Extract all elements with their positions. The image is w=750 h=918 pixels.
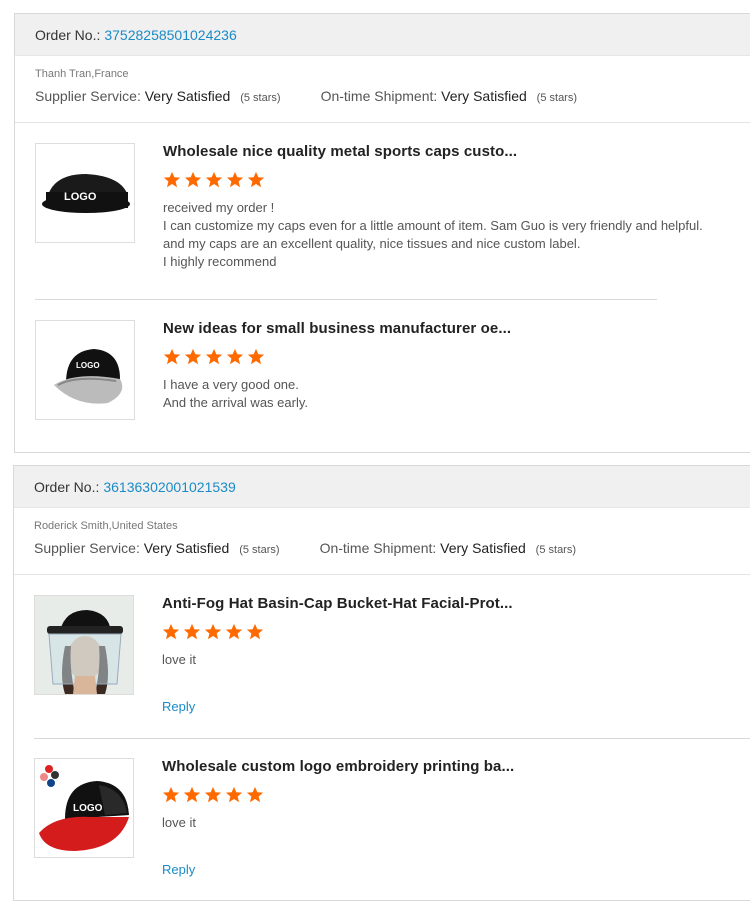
star-icon (183, 623, 201, 640)
item-divider (35, 299, 657, 300)
review-text: love it (162, 651, 196, 669)
order-meta: Roderick Smith,United States Supplier Se… (14, 508, 750, 575)
star-rating (163, 171, 265, 189)
product-thumbnail[interactable] (34, 595, 134, 695)
review-line: I can customize my caps even for a littl… (163, 218, 703, 233)
buyer-name: Thanh Tran,France (35, 68, 129, 80)
item-divider (34, 738, 750, 739)
order-header: Order No.: 37528258501024236 (15, 14, 750, 56)
star-icon (226, 171, 244, 188)
order-label: Order No.: (34, 478, 100, 495)
review-line: and my caps are an excellent quality, ni… (163, 236, 581, 251)
star-icon (204, 623, 222, 640)
supplier-service-stars: (5 stars) (239, 544, 280, 556)
star-icon (226, 348, 244, 365)
star-icon (225, 623, 243, 640)
reply-link[interactable]: Reply (162, 699, 195, 714)
product-title-link[interactable]: New ideas for small business manufacture… (163, 320, 511, 337)
supplier-service-rating: Supplier Service: Very Satisfied (5 star… (35, 88, 281, 104)
svg-text:LOGO: LOGO (73, 803, 103, 814)
order-card: Order No.: 37528258501024236 Thanh Tran,… (14, 13, 750, 453)
product-title-link[interactable]: Wholesale custom logo embroidery printin… (162, 758, 514, 775)
supplier-service-rating: Supplier Service: Very Satisfied (5 star… (34, 540, 280, 556)
supplier-service-label: Supplier Service: (35, 88, 141, 104)
order-card: Order No.: 36136302001021539 Roderick Sm… (13, 465, 750, 901)
star-icon (205, 171, 223, 188)
order-header: Order No.: 36136302001021539 (14, 466, 750, 508)
shipment-stars: (5 stars) (535, 544, 577, 556)
shipment-rating: On-time Shipment: Very Satisfied (5 star… (320, 540, 576, 556)
shipment-label: On-time Shipment: (320, 88, 438, 104)
product-thumbnail[interactable]: LOGO (34, 758, 134, 858)
supplier-service-value: Very Satisfied (144, 88, 231, 104)
review-line: I have a very good one. (163, 377, 299, 392)
product-thumbnail[interactable]: LOGO (35, 320, 135, 420)
order-number-link[interactable]: 37528258501024236 (104, 27, 236, 43)
review-line: And the arrival was early. (163, 395, 308, 410)
star-icon (247, 348, 265, 365)
star-rating (163, 348, 265, 366)
shipment-value: Very Satisfied (440, 540, 526, 556)
order-meta: Thanh Tran,France Supplier Service: Very… (15, 56, 750, 123)
star-icon (246, 623, 264, 640)
star-icon (205, 348, 223, 365)
review-line: I highly recommend (163, 254, 277, 269)
star-icon (163, 171, 181, 188)
star-icon (163, 348, 181, 365)
svg-text:LOGO: LOGO (76, 361, 100, 370)
star-icon (184, 171, 202, 188)
star-icon (204, 786, 222, 803)
review-text: received my order ! I can customize my c… (163, 199, 703, 271)
shipment-rating: On-time Shipment: Very Satisfied (5 star… (321, 88, 577, 104)
product-title-link[interactable]: Wholesale nice quality metal sports caps… (163, 143, 517, 160)
star-icon (162, 786, 180, 803)
star-icon (184, 348, 202, 365)
review-line: love it (162, 815, 196, 830)
star-rating (162, 623, 264, 641)
supplier-service-value: Very Satisfied (143, 540, 230, 556)
star-rating (162, 786, 264, 804)
order-number-link[interactable]: 36136302001021539 (103, 479, 235, 495)
reply-link[interactable]: Reply (162, 862, 195, 877)
order-label: Order No.: (35, 26, 101, 43)
shipment-stars: (5 stars) (536, 92, 578, 104)
star-icon (183, 786, 201, 803)
star-icon (162, 623, 180, 640)
review-line: love it (162, 652, 196, 667)
star-icon (225, 786, 243, 803)
svg-text:LOGO: LOGO (64, 191, 97, 203)
product-title-link[interactable]: Anti-Fog Hat Basin-Cap Bucket-Hat Facial… (162, 595, 513, 612)
review-text: love it (162, 814, 196, 832)
star-icon (247, 171, 265, 188)
shipment-label: On-time Shipment: (319, 540, 437, 556)
review-line: received my order ! (163, 200, 275, 215)
buyer-name: Roderick Smith,United States (34, 520, 178, 532)
review-text: I have a very good one. And the arrival … (163, 376, 308, 412)
supplier-service-label: Supplier Service: (34, 540, 140, 556)
shipment-value: Very Satisfied (441, 88, 527, 104)
product-thumbnail[interactable]: LOGO (35, 143, 135, 243)
supplier-service-stars: (5 stars) (240, 92, 281, 104)
star-icon (246, 786, 264, 803)
